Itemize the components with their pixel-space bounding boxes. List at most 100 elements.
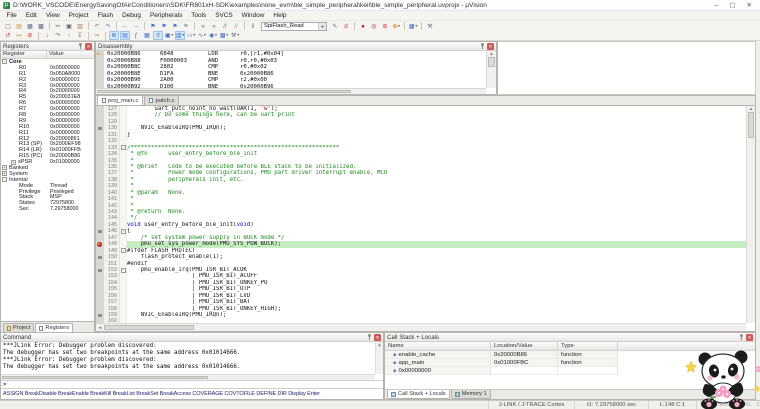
show-next-statement-button[interactable]: ⇒ <box>92 31 102 40</box>
step-into-button[interactable]: ↓ <box>42 31 52 40</box>
pin-icon[interactable] <box>78 43 83 50</box>
scrollbar-thumb[interactable] <box>748 112 754 138</box>
bookmark-toggle-button[interactable]: ⚑ <box>148 22 158 31</box>
disassembly-vertical-scrollbar[interactable]: ▲ <box>486 51 496 88</box>
tab-call-stack-locals[interactable]: Call Stack + Locals <box>387 390 450 399</box>
run-button[interactable]: ↦ <box>14 31 24 40</box>
column-header-type[interactable]: Type <box>558 342 618 350</box>
tab-proj-main-c[interactable]: proj_main.c <box>97 95 143 105</box>
symbols-window-button[interactable]: ƒ <box>131 31 141 40</box>
system-viewer-button[interactable]: ▩▾ <box>219 31 229 40</box>
step-out-button[interactable]: ↑ <box>64 31 74 40</box>
open-file-button[interactable]: ▤ <box>14 22 24 31</box>
scroll-left-icon[interactable]: ◄ <box>96 325 104 330</box>
menu-project[interactable]: Project <box>64 11 93 20</box>
outdent-button[interactable]: « <box>198 22 208 31</box>
toolbox-button[interactable]: ⚒▾ <box>230 31 240 40</box>
callstack-row[interactable]: ◆app_main0x01000FBCfunction <box>385 359 755 367</box>
menu-file[interactable]: File <box>2 11 21 20</box>
tab-patch-c[interactable]: patch.c <box>144 95 179 105</box>
navigate-back-button[interactable]: ← <box>120 22 130 31</box>
tab-project[interactable]: Project <box>3 323 34 332</box>
scrollbar-thumb[interactable] <box>488 57 495 67</box>
target-select[interactable]: SpiFlash_Read▾ <box>261 22 327 31</box>
save-button[interactable]: ▦ <box>25 22 35 31</box>
command-vertical-scrollbar[interactable]: ▲ <box>375 342 383 374</box>
editor-vertical-scrollbar[interactable]: ▲ <box>746 106 755 323</box>
menu-window[interactable]: Window <box>237 11 269 20</box>
close-icon[interactable]: ✕ <box>85 43 92 50</box>
command-output[interactable]: ***JLink Error: Debugger problem discove… <box>1 342 375 374</box>
disassembly-window-button[interactable]: ▤ <box>120 31 130 40</box>
save-all-button[interactable]: ▩ <box>36 22 46 31</box>
window-minimize-button[interactable]: – <box>715 1 719 10</box>
target-options-button[interactable]: ✎ <box>330 22 340 31</box>
menu-svcs[interactable]: SVCS <box>211 11 237 20</box>
command-input[interactable]: > <box>1 380 383 388</box>
analysis-window-button[interactable]: ∿▾ <box>197 31 207 40</box>
callstack-window-button[interactable]: ≡ <box>153 31 163 40</box>
menu-edit[interactable]: Edit <box>21 11 41 20</box>
tree-expand-icon[interactable]: + <box>11 160 16 165</box>
flash-download-button[interactable]: ⇩ <box>248 22 258 31</box>
fold-icon[interactable]: - <box>121 268 126 273</box>
insert-breakpoint-button[interactable]: ● <box>358 22 368 31</box>
column-header-name[interactable]: Name <box>385 342 491 350</box>
register-row-sec[interactable]: Sec7.29758000 <box>1 206 94 212</box>
copy-button[interactable]: ▣ <box>64 22 74 31</box>
indent-button[interactable]: » <box>209 22 219 31</box>
memory-window-button[interactable]: ▥▾ <box>175 31 185 40</box>
fold-icon[interactable]: - <box>121 145 126 150</box>
kill-breakpoint-button[interactable]: ⊘ <box>380 22 390 31</box>
command-window-button[interactable]: ≣ <box>109 31 119 40</box>
disassembly-horizontal-scrollbar[interactable] <box>96 88 486 94</box>
menu-flash[interactable]: Flash <box>93 11 118 20</box>
tab-memory-1[interactable]: Memory 1 <box>451 390 491 399</box>
bookmark-clear-all-button[interactable]: ⚑ <box>181 22 191 31</box>
close-icon[interactable]: ✕ <box>746 334 753 341</box>
trace-window-button[interactable]: ◉▾ <box>208 31 218 40</box>
undo-button[interactable]: ↶ <box>92 22 102 31</box>
disable-breakpoint-button[interactable]: ◎ <box>369 22 379 31</box>
scrollbar-thumb[interactable] <box>97 90 351 93</box>
pin-icon[interactable] <box>480 43 485 50</box>
cut-button[interactable]: ✂ <box>53 22 63 31</box>
close-icon[interactable]: ✕ <box>374 334 381 341</box>
new-file-button[interactable]: ▢ <box>3 22 13 31</box>
pin-icon[interactable] <box>367 334 372 341</box>
navigate-forward-button[interactable]: → <box>131 22 141 31</box>
comment-selection-button[interactable]: // <box>220 22 230 31</box>
watch-window-button[interactable]: ▣▾ <box>164 31 174 40</box>
registers-window-button[interactable]: ▦ <box>142 31 152 40</box>
column-header-value[interactable]: Value <box>47 51 94 58</box>
paste-button[interactable]: ▥ <box>75 22 85 31</box>
tools-button[interactable]: ⚒ <box>425 22 435 31</box>
reset-cpu-button[interactable]: ↺ <box>3 31 13 40</box>
pin-icon[interactable] <box>739 334 744 341</box>
uncomment-selection-button[interactable]: // <box>231 22 241 31</box>
window-close-button[interactable]: ✕ <box>747 1 752 10</box>
column-header-location-value[interactable]: Location/Value <box>491 342 558 350</box>
tree-expand-icon[interactable]: - <box>2 177 7 182</box>
run-to-cursor-button[interactable]: ↧ <box>75 31 85 40</box>
menu-peripherals[interactable]: Peripherals <box>145 11 186 20</box>
window-layout-button[interactable]: ▦▾ <box>408 22 418 31</box>
bookmark-next-button[interactable]: ⚑ <box>170 22 180 31</box>
fold-icon[interactable]: - <box>121 229 126 234</box>
bookmark-prev-button[interactable]: ⚑ <box>159 22 169 31</box>
close-icon[interactable]: ✕ <box>487 43 494 50</box>
menu-view[interactable]: View <box>41 11 64 20</box>
column-header-register[interactable]: Register <box>1 51 47 58</box>
menu-help[interactable]: Help <box>269 11 291 20</box>
editor-horizontal-scrollbar[interactable]: ◄ <box>96 323 746 331</box>
tree-expand-icon[interactable]: + <box>2 171 7 176</box>
menu-debug[interactable]: Debug <box>118 11 146 20</box>
kill-all-breakpoints-button[interactable]: ⊗▾ <box>391 22 401 31</box>
step-over-button[interactable]: ↷ <box>53 31 63 40</box>
window-maximize-button[interactable]: ▢ <box>729 1 735 10</box>
callstack-row[interactable]: ◆enable_cache0x20000B86function <box>385 351 755 359</box>
serial-window-button[interactable]: ▭▾ <box>186 31 196 40</box>
stop-button[interactable]: ⊘ <box>25 31 35 40</box>
redo-button[interactable]: ↷ <box>103 22 113 31</box>
fold-icon[interactable]: - <box>121 248 126 253</box>
